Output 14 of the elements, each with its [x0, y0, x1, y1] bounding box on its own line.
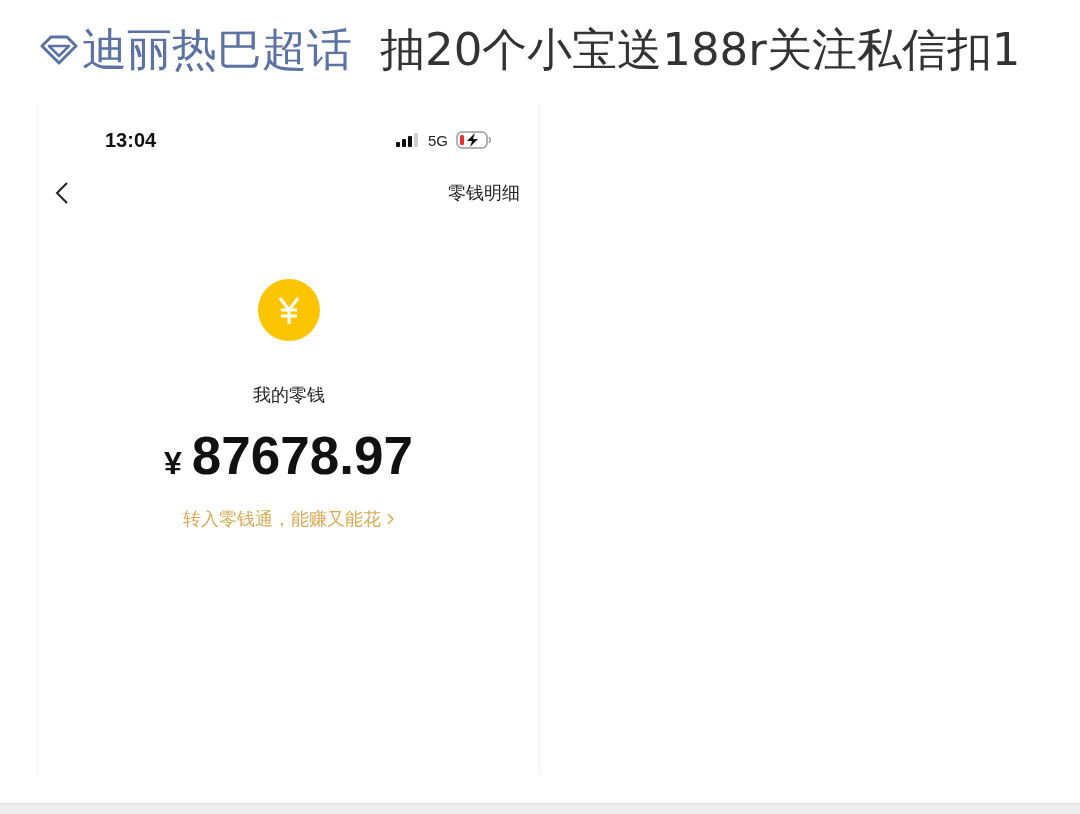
- back-icon[interactable]: [55, 182, 69, 204]
- topic-link[interactable]: 迪丽热巴超话: [40, 24, 352, 76]
- chevron-right-icon: [387, 513, 394, 525]
- post-title: 抽20个小宝送188r关注私信扣1: [380, 24, 1021, 76]
- balance-label: 我的零钱: [252, 383, 325, 407]
- diamond-icon: [40, 35, 78, 65]
- network-type: 5G: [428, 131, 448, 149]
- balance-amount: 87678.97: [191, 426, 413, 486]
- yen-coin-icon: [257, 279, 320, 341]
- battery-charging-icon: [456, 131, 492, 149]
- details-link[interactable]: 零钱明细: [448, 181, 520, 205]
- currency-symbol: ¥: [164, 445, 182, 482]
- signal-icon: [396, 133, 420, 147]
- status-time: 13:04: [105, 128, 157, 152]
